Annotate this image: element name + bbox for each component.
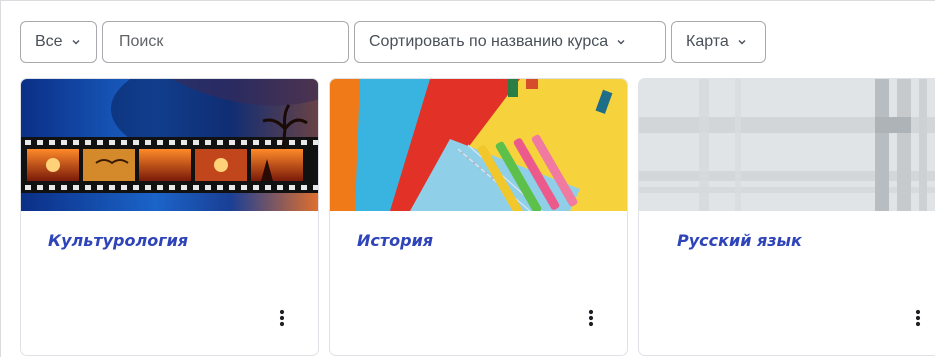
chevron-down-icon <box>616 37 626 47</box>
vertical-ellipsis-icon[interactable] <box>583 307 599 329</box>
vertical-ellipsis-icon[interactable] <box>910 307 926 329</box>
chevron-down-icon <box>71 37 81 47</box>
course-image-plaid-pattern[interactable] <box>639 79 935 211</box>
course-title-link[interactable]: История <box>357 231 433 250</box>
sort-dropdown[interactable]: Сортировать по названию курса <box>354 21 666 63</box>
grouping-dropdown[interactable]: Все <box>20 21 97 63</box>
vertical-ellipsis-icon[interactable] <box>274 307 290 329</box>
view-mode-dropdown[interactable]: Карта <box>671 21 766 63</box>
sort-dropdown-label: Сортировать по названию курса <box>369 33 609 50</box>
course-filters-bar: Все Сортировать по названию курса Карта <box>20 21 766 63</box>
course-overview-panel: Все Сортировать по названию курса Карта <box>0 0 935 357</box>
search-input[interactable] <box>117 32 336 52</box>
chevron-down-icon <box>737 37 747 47</box>
grouping-dropdown-label: Все <box>35 33 63 50</box>
course-card: История <box>329 78 628 356</box>
course-title-link[interactable]: Русский язык <box>677 231 802 250</box>
view-mode-dropdown-label: Карта <box>686 33 729 50</box>
course-card: Культурология <box>20 78 319 356</box>
course-card: Русский язык <box>638 78 935 356</box>
course-image-film-strip[interactable] <box>21 79 318 211</box>
course-image-colored-paper[interactable] <box>330 79 627 211</box>
course-title-link[interactable]: Культурология <box>48 231 188 250</box>
search-field[interactable] <box>102 21 349 63</box>
